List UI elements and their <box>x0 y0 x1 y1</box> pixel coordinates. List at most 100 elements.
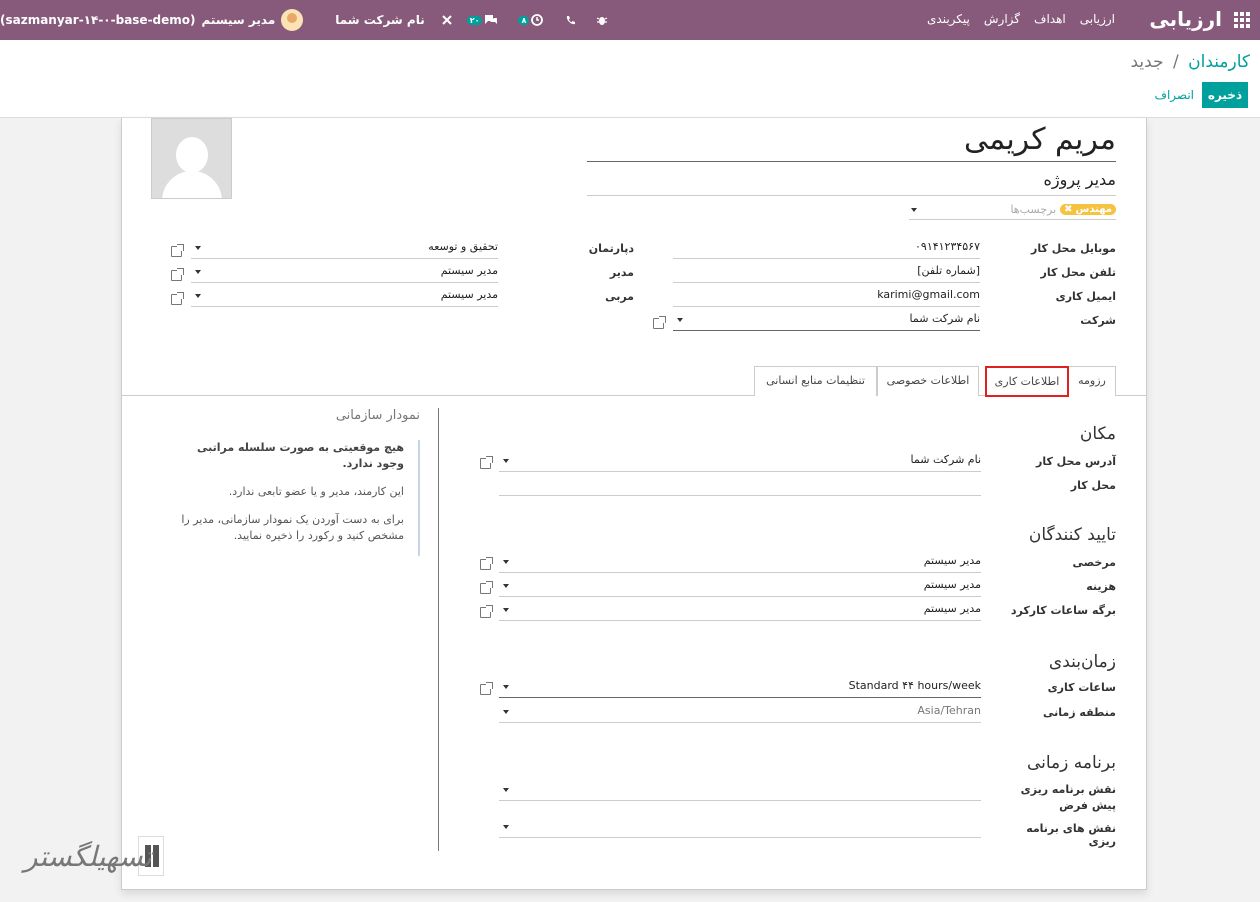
manager-field[interactable]: مدیر سیستم <box>191 261 498 283</box>
company-field[interactable]: نام شرکت شما <box>673 309 980 331</box>
work-address-dropdown-icon[interactable] <box>503 459 509 463</box>
remove-tag-icon[interactable]: ✖ <box>1064 204 1072 215</box>
expense-approver-dropdown-icon[interactable] <box>503 584 509 588</box>
timesheet-approver-external-link-icon[interactable] <box>480 605 493 618</box>
section-location-title: مکان <box>1079 424 1116 444</box>
working-hours-field[interactable]: Standard ۴۴ hours/week <box>499 676 981 698</box>
company-value: نام شرکت شما <box>909 312 980 325</box>
clock-icon <box>531 14 544 26</box>
app-title[interactable]: ارزیابی <box>1149 7 1222 31</box>
default-planning-role-field[interactable] <box>499 779 981 801</box>
default-planning-role-dropdown-icon[interactable] <box>503 788 509 792</box>
planning-roles-dropdown-icon[interactable] <box>503 825 509 829</box>
work-address-external-link-icon[interactable] <box>480 456 493 469</box>
tab-resume[interactable]: رزومه <box>1068 366 1116 396</box>
menu-item-appraisal[interactable]: ارزیابی <box>1080 12 1115 26</box>
label-timesheet-approver: برگه ساعات کارکرد <box>1010 604 1116 617</box>
work-phone-field[interactable]: [شماره تلفن] <box>673 261 980 283</box>
messaging-menu[interactable]: ۲۰ <box>466 14 499 26</box>
work-mobile-field[interactable]: ۰۹۱۴۱۲۳۴۵۶۷ <box>673 237 980 259</box>
section-approvers-title: تایید کنندگان <box>1028 525 1116 545</box>
time-off-approver-dropdown-icon[interactable] <box>503 560 509 564</box>
tags-field[interactable]: مهندس ✖ برچسب‌ها <box>909 200 1116 220</box>
tab-work-information[interactable]: اطلاعات کاری <box>985 366 1069 397</box>
expense-approver-external-link-icon[interactable] <box>480 581 493 594</box>
coach-value: مدیر سیستم <box>440 288 498 301</box>
save-button[interactable]: ذخیره <box>1202 82 1248 108</box>
avatar-placeholder-body <box>162 171 222 198</box>
work-address-field[interactable]: نام شرکت شما <box>499 450 981 472</box>
department-value: تحقیق و توسعه <box>428 240 498 253</box>
label-work-email: ایمیل کاری <box>1055 290 1116 303</box>
debug-icon[interactable] <box>441 14 453 26</box>
department-external-link-icon[interactable] <box>171 244 184 257</box>
tab-private-information[interactable]: اطلاعات خصوصی <box>877 366 979 396</box>
timezone-select[interactable]: Asia/Tehran <box>499 701 981 723</box>
user-menu[interactable]: مدیر سیستم <box>202 9 304 31</box>
working-hours-external-link-icon[interactable] <box>480 682 493 695</box>
time-off-approver-value: مدیر سیستم <box>923 554 981 567</box>
timesheet-approver-value: مدیر سیستم <box>923 602 981 615</box>
avatar-placeholder-head <box>176 137 208 173</box>
database-name: (sazmanyar-۱۴-۰-base-demo) <box>0 13 196 27</box>
bug-icon[interactable] <box>596 14 608 26</box>
coach-dropdown-icon[interactable] <box>195 294 201 298</box>
employee-name-field[interactable]: مریم کریمی <box>587 122 1116 162</box>
working-hours-value: Standard ۴۴ hours/week <box>848 679 981 692</box>
section-schedule-title: زمان‌بندی <box>1048 652 1116 672</box>
work-email-field[interactable]: karimi@gmail.com <box>673 285 980 307</box>
company-external-link-icon[interactable] <box>653 316 666 329</box>
activity-menu[interactable]: ۸ <box>518 14 544 26</box>
apps-menu-icon[interactable] <box>1234 12 1250 28</box>
menu-item-configuration[interactable]: پیکربندی <box>927 12 970 26</box>
time-off-approver-external-link-icon[interactable] <box>480 557 493 570</box>
menu-item-goals[interactable]: اهداف <box>1034 12 1066 26</box>
company-switcher[interactable]: نام شرکت شما <box>335 13 424 27</box>
org-chart-text-1: این کارمند، مدیر و یا عضو تابعی ندارد. <box>228 485 404 498</box>
label-default-planning-role: نقش برنامه ریزی پیش فرض <box>1020 783 1116 812</box>
org-chart-title: نمودار سازمانی <box>335 408 420 423</box>
timesheet-approver-dropdown-icon[interactable] <box>503 608 509 612</box>
discard-button[interactable]: انصراف <box>1155 88 1194 102</box>
tags-placeholder: برچسب‌ها <box>1010 203 1057 216</box>
systray: (sazmanyar-۱۴-۰-base-demo) مدیر سیستم نا… <box>0 0 608 40</box>
notebook-tabs: رزومه اطلاعات کاری اطلاعات خصوصی تنظیمات… <box>122 366 1146 397</box>
org-chart-heading: هیچ موقعیتی به صورت سلسله مراتبی وجود ند… <box>197 441 404 470</box>
planning-roles-field[interactable] <box>499 816 981 838</box>
breadcrumb-employees[interactable]: کارمندان <box>1188 52 1250 72</box>
phone-icon[interactable] <box>565 15 576 26</box>
manager-value: مدیر سیستم <box>440 264 498 277</box>
chat-count-badge: ۲۰ <box>466 15 483 25</box>
department-dropdown-icon[interactable] <box>195 246 201 250</box>
expense-approver-field[interactable]: مدیر سیستم <box>499 575 981 597</box>
timesheet-approver-field[interactable]: مدیر سیستم <box>499 599 981 621</box>
timezone-dropdown-icon[interactable] <box>503 710 509 714</box>
control-panel: کارمندان / جدید ذخیره انصراف <box>0 40 1260 118</box>
label-company: شرکت <box>1080 314 1116 327</box>
job-title-field[interactable]: مدیر پروژه <box>587 170 1116 196</box>
work-location-field[interactable] <box>499 474 981 496</box>
department-field[interactable]: تحقیق و توسعه <box>191 237 498 259</box>
working-hours-dropdown-icon[interactable] <box>503 685 509 689</box>
label-working-hours: ساعات کاری <box>1047 681 1116 694</box>
coach-field[interactable]: مدیر سیستم <box>191 285 498 307</box>
timezone-value: Asia/Tehran <box>917 704 981 717</box>
employee-photo[interactable] <box>151 118 232 199</box>
time-off-approver-field[interactable]: مدیر سیستم <box>499 551 981 573</box>
work-address-value: نام شرکت شما <box>910 453 981 466</box>
tags-dropdown-icon[interactable] <box>911 208 917 212</box>
form-sheet: مریم کریمی مدیر پروژه مهندس ✖ برچسب‌ها م… <box>121 118 1147 890</box>
company-dropdown-icon[interactable] <box>677 318 683 322</box>
label-manager: مدیر <box>609 266 634 279</box>
chat-icon <box>485 15 498 24</box>
manager-external-link-icon[interactable] <box>171 268 184 281</box>
menu-item-reporting[interactable]: گزارش <box>984 12 1020 26</box>
manager-dropdown-icon[interactable] <box>195 270 201 274</box>
tag-label: مهندس <box>1075 204 1112 215</box>
activity-count-badge: ۸ <box>518 15 530 25</box>
coach-external-link-icon[interactable] <box>171 292 184 305</box>
tab-hr-settings[interactable]: تنظیمات منابع انسانی <box>754 366 877 396</box>
label-coach: مربی <box>605 290 634 303</box>
label-planning-roles: نقش های برنامه ریزی <box>1026 822 1116 848</box>
breadcrumb-current: جدید <box>1130 52 1164 72</box>
